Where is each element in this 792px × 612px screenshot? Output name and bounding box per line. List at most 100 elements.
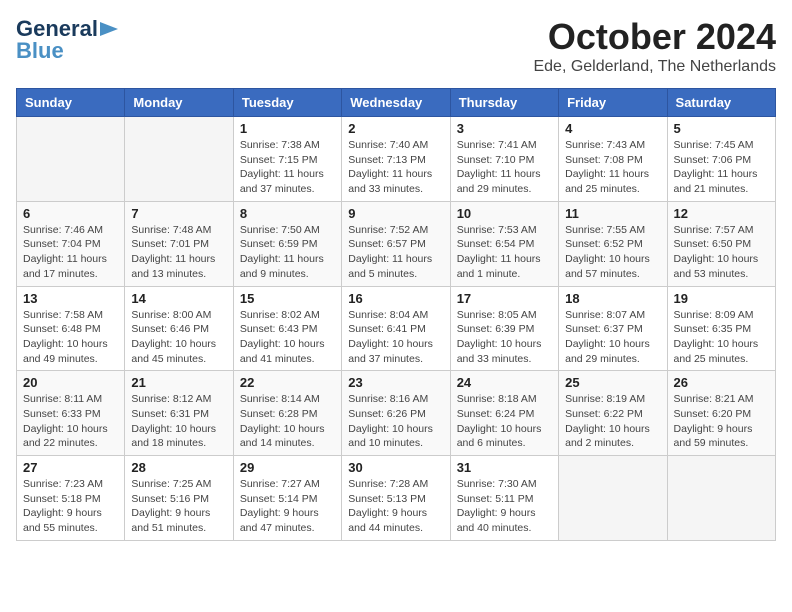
day-number: 7	[131, 206, 226, 221]
weekday-header-row: SundayMondayTuesdayWednesdayThursdayFrid…	[17, 89, 776, 117]
calendar-cell: 24 Sunrise: 8:18 AMSunset: 6:24 PMDayligh…	[450, 371, 558, 456]
day-detail: Sunrise: 7:38 AMSunset: 7:15 PMDaylight:…	[240, 138, 335, 197]
calendar-cell: 11Sunrise: 7:55 AMSunset: 6:52 PMDayligh…	[559, 201, 667, 286]
calendar-week-row: 13Sunrise: 7:58 AMSunset: 6:48 PMDayligh…	[17, 286, 776, 371]
calendar-cell: 31Sunrise: 7:30 AMSunset: 5:11 PMDayligh…	[450, 456, 558, 541]
day-detail: Sunrise: 8:11 AMSunset: 6:33 PMDaylight:…	[23, 392, 118, 451]
logo-blue: Blue	[16, 38, 64, 64]
header: General Blue October 2024 Ede, Gelderlan…	[16, 16, 776, 76]
calendar-cell: 13Sunrise: 7:58 AMSunset: 6:48 PMDayligh…	[17, 286, 125, 371]
calendar-week-row: 20 Sunrise: 8:11 AMSunset: 6:33 PMDayligh…	[17, 371, 776, 456]
calendar-cell: 30 Sunrise: 7:28 AMSunset: 5:13 PMDayligh…	[342, 456, 450, 541]
calendar-cell: 23 Sunrise: 8:16 AMSunset: 6:26 PMDayligh…	[342, 371, 450, 456]
month-title: October 2024	[533, 16, 776, 58]
day-detail: Sunrise: 8:14 AMSunset: 6:28 PMDaylight:…	[240, 392, 335, 451]
day-number: 10	[457, 206, 552, 221]
day-number: 5	[674, 121, 769, 136]
day-number: 25	[565, 375, 660, 390]
day-number: 21	[131, 375, 226, 390]
calendar-cell	[17, 117, 125, 202]
calendar-cell: 15 Sunrise: 8:02 AMSunset: 6:43 PMDayligh…	[233, 286, 341, 371]
day-detail: Sunrise: 7:23 AMSunset: 5:18 PMDaylight:…	[23, 477, 118, 536]
day-detail: Sunrise: 7:45 AMSunset: 7:06 PMDaylight:…	[674, 138, 769, 197]
calendar-cell: 26 Sunrise: 8:21 AMSunset: 6:20 PMDayligh…	[667, 371, 775, 456]
calendar-cell: 9 Sunrise: 7:52 AMSunset: 6:57 PMDaylight…	[342, 201, 450, 286]
logo: General Blue	[16, 16, 118, 64]
weekday-header-monday: Monday	[125, 89, 233, 117]
day-detail: Sunrise: 8:05 AMSunset: 6:39 PMDaylight:…	[457, 308, 552, 367]
calendar-cell	[559, 456, 667, 541]
calendar-cell: 20 Sunrise: 8:11 AMSunset: 6:33 PMDayligh…	[17, 371, 125, 456]
calendar-cell: 7 Sunrise: 7:48 AMSunset: 7:01 PMDaylight…	[125, 201, 233, 286]
logo-arrow-icon	[100, 22, 118, 36]
day-detail: Sunrise: 7:46 AMSunset: 7:04 PMDaylight:…	[23, 223, 118, 282]
calendar-table: SundayMondayTuesdayWednesdayThursdayFrid…	[16, 88, 776, 541]
day-detail: Sunrise: 7:43 AMSunset: 7:08 PMDaylight:…	[565, 138, 660, 197]
day-number: 15	[240, 291, 335, 306]
day-number: 23	[348, 375, 443, 390]
calendar-week-row: 1 Sunrise: 7:38 AMSunset: 7:15 PMDaylight…	[17, 117, 776, 202]
day-detail: Sunrise: 7:28 AMSunset: 5:13 PMDaylight:…	[348, 477, 443, 536]
day-number: 16	[348, 291, 443, 306]
day-number: 27	[23, 460, 118, 475]
calendar-cell: 27 Sunrise: 7:23 AMSunset: 5:18 PMDayligh…	[17, 456, 125, 541]
day-detail: Sunrise: 8:18 AMSunset: 6:24 PMDaylight:…	[457, 392, 552, 451]
day-detail: Sunrise: 8:21 AMSunset: 6:20 PMDaylight:…	[674, 392, 769, 451]
title-section: October 2024 Ede, Gelderland, The Nether…	[533, 16, 776, 76]
calendar-cell: 28 Sunrise: 7:25 AMSunset: 5:16 PMDayligh…	[125, 456, 233, 541]
day-number: 1	[240, 121, 335, 136]
day-detail: Sunrise: 7:50 AMSunset: 6:59 PMDaylight:…	[240, 223, 335, 282]
calendar-cell: 14 Sunrise: 8:00 AMSunset: 6:46 PMDayligh…	[125, 286, 233, 371]
day-detail: Sunrise: 7:41 AMSunset: 7:10 PMDaylight:…	[457, 138, 552, 197]
day-detail: Sunrise: 7:27 AMSunset: 5:14 PMDaylight:…	[240, 477, 335, 536]
calendar-cell	[667, 456, 775, 541]
day-detail: Sunrise: 7:25 AMSunset: 5:16 PMDaylight:…	[131, 477, 226, 536]
day-number: 26	[674, 375, 769, 390]
calendar-cell: 18Sunrise: 8:07 AMSunset: 6:37 PMDayligh…	[559, 286, 667, 371]
day-number: 24	[457, 375, 552, 390]
day-detail: Sunrise: 7:40 AMSunset: 7:13 PMDaylight:…	[348, 138, 443, 197]
day-number: 22	[240, 375, 335, 390]
calendar-cell: 10Sunrise: 7:53 AMSunset: 6:54 PMDayligh…	[450, 201, 558, 286]
day-number: 12	[674, 206, 769, 221]
calendar-cell: 6 Sunrise: 7:46 AMSunset: 7:04 PMDaylight…	[17, 201, 125, 286]
day-detail: Sunrise: 8:00 AMSunset: 6:46 PMDaylight:…	[131, 308, 226, 367]
calendar-cell: 1 Sunrise: 7:38 AMSunset: 7:15 PMDaylight…	[233, 117, 341, 202]
day-number: 14	[131, 291, 226, 306]
calendar-cell: 29Sunrise: 7:27 AMSunset: 5:14 PMDayligh…	[233, 456, 341, 541]
calendar-cell: 16 Sunrise: 8:04 AMSunset: 6:41 PMDayligh…	[342, 286, 450, 371]
day-number: 6	[23, 206, 118, 221]
calendar-cell: 12 Sunrise: 7:57 AMSunset: 6:50 PMDayligh…	[667, 201, 775, 286]
day-detail: Sunrise: 8:04 AMSunset: 6:41 PMDaylight:…	[348, 308, 443, 367]
weekday-header-sunday: Sunday	[17, 89, 125, 117]
day-detail: Sunrise: 8:02 AMSunset: 6:43 PMDaylight:…	[240, 308, 335, 367]
day-number: 9	[348, 206, 443, 221]
calendar-cell: 21Sunrise: 8:12 AMSunset: 6:31 PMDayligh…	[125, 371, 233, 456]
weekday-header-saturday: Saturday	[667, 89, 775, 117]
day-number: 11	[565, 206, 660, 221]
day-number: 4	[565, 121, 660, 136]
calendar-cell: 17Sunrise: 8:05 AMSunset: 6:39 PMDayligh…	[450, 286, 558, 371]
weekday-header-tuesday: Tuesday	[233, 89, 341, 117]
calendar-cell	[125, 117, 233, 202]
day-number: 20	[23, 375, 118, 390]
day-number: 13	[23, 291, 118, 306]
calendar-cell: 4 Sunrise: 7:43 AMSunset: 7:08 PMDaylight…	[559, 117, 667, 202]
day-number: 28	[131, 460, 226, 475]
calendar-cell: 5 Sunrise: 7:45 AMSunset: 7:06 PMDaylight…	[667, 117, 775, 202]
weekday-header-wednesday: Wednesday	[342, 89, 450, 117]
calendar-cell: 22 Sunrise: 8:14 AMSunset: 6:28 PMDayligh…	[233, 371, 341, 456]
day-detail: Sunrise: 8:16 AMSunset: 6:26 PMDaylight:…	[348, 392, 443, 451]
day-number: 3	[457, 121, 552, 136]
day-detail: Sunrise: 7:30 AMSunset: 5:11 PMDaylight:…	[457, 477, 552, 536]
calendar-cell: 2Sunrise: 7:40 AMSunset: 7:13 PMDaylight…	[342, 117, 450, 202]
day-number: 18	[565, 291, 660, 306]
calendar-week-row: 27 Sunrise: 7:23 AMSunset: 5:18 PMDayligh…	[17, 456, 776, 541]
calendar-cell: 3 Sunrise: 7:41 AMSunset: 7:10 PMDaylight…	[450, 117, 558, 202]
calendar-week-row: 6 Sunrise: 7:46 AMSunset: 7:04 PMDaylight…	[17, 201, 776, 286]
day-number: 30	[348, 460, 443, 475]
day-detail: Sunrise: 7:48 AMSunset: 7:01 PMDaylight:…	[131, 223, 226, 282]
day-detail: Sunrise: 7:52 AMSunset: 6:57 PMDaylight:…	[348, 223, 443, 282]
calendar-cell: 25Sunrise: 8:19 AMSunset: 6:22 PMDayligh…	[559, 371, 667, 456]
day-detail: Sunrise: 7:57 AMSunset: 6:50 PMDaylight:…	[674, 223, 769, 282]
